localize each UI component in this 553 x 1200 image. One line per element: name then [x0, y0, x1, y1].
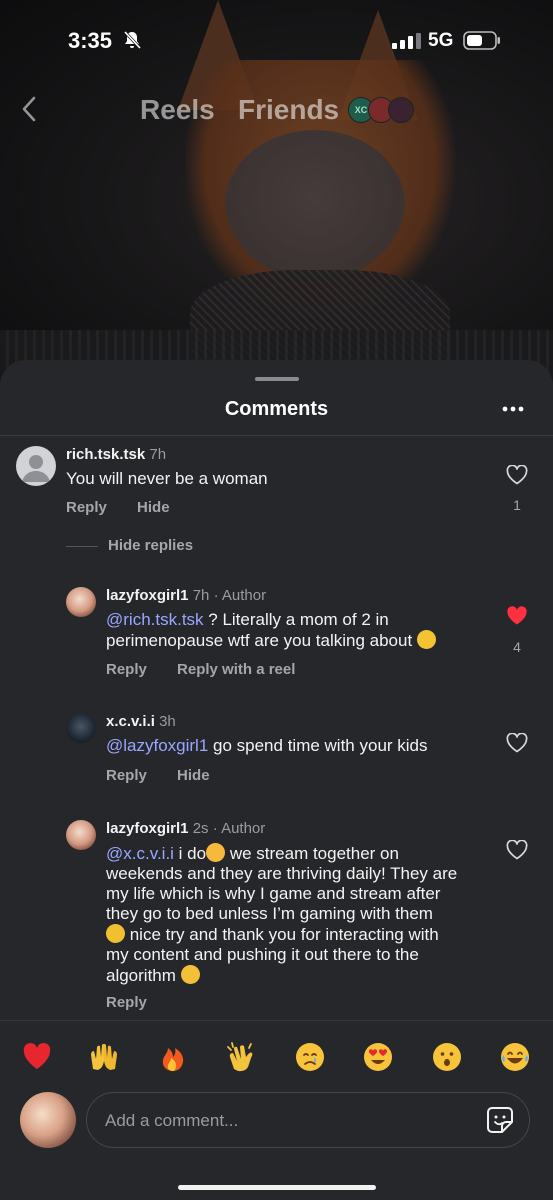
comment-text-part: algorithm — [106, 966, 176, 985]
signal-icon — [392, 33, 421, 49]
comment-time: 2s — [192, 820, 209, 837]
comment-actions: Reply Hide — [66, 499, 196, 516]
surprised-reaction-icon[interactable] — [431, 1041, 463, 1073]
comment-composer — [0, 1088, 553, 1200]
author-tag: Author — [221, 820, 266, 837]
mention-link[interactable]: @rich.tsk.tsk — [106, 610, 204, 629]
separator-dot: · — [213, 587, 219, 604]
heart-eyes-emoji-icon — [180, 965, 200, 984]
hide-button[interactable]: Hide — [177, 767, 210, 784]
comment-text: @rich.tsk.tsk ? Literally a mom of 2 in … — [106, 610, 496, 651]
comment-text-part: go spend time with your kids — [208, 736, 428, 755]
liked-heart-icon[interactable] — [506, 606, 528, 626]
mention-link[interactable]: @lazyfoxgirl1 — [106, 736, 208, 755]
divider — [0, 435, 553, 436]
comment-item: lazyfoxgirl1 7h · Author @rich.tsk.tsk ?… — [0, 584, 553, 684]
comment-text: @x.c.v.i.i i do we stream together on we… — [103, 843, 496, 986]
tab-reels[interactable]: Reels — [140, 94, 215, 126]
silent-bell-icon — [123, 30, 142, 50]
comment-meta: rich.tsk.tsk 7h — [66, 446, 166, 463]
comment-time: 3h — [159, 713, 176, 730]
avatar[interactable] — [16, 446, 56, 486]
like-heart-icon[interactable] — [506, 465, 528, 485]
comment-item: rich.tsk.tsk 7h You will never be a woma… — [0, 440, 553, 530]
battery-icon — [463, 31, 500, 50]
reply-button[interactable]: Reply — [106, 767, 147, 784]
comment-meta: lazyfoxgirl1 7h · Author — [106, 587, 266, 604]
comment-username[interactable]: lazyfoxgirl1 — [106, 587, 189, 604]
status-bar: 3:35 5G — [0, 0, 553, 84]
reply-with-reel-button[interactable]: Reply with a reel — [177, 661, 295, 678]
sheet-title: Comments — [224, 398, 329, 420]
comment-username[interactable]: x.c.v.i.i — [106, 713, 155, 730]
comment-text-part: nice try and thank you for interacting w… — [125, 925, 439, 944]
comment-username[interactable]: lazyfoxgirl1 — [106, 820, 189, 837]
quick-reactions-bar — [0, 1020, 553, 1091]
divider — [66, 545, 98, 547]
hide-button[interactable]: Hide — [137, 499, 170, 516]
comment-actions: Reply — [106, 994, 173, 1011]
mention-link[interactable]: @x.c.v.i.i — [106, 844, 174, 863]
network-type: 5G — [428, 30, 454, 51]
back-icon[interactable] — [18, 94, 40, 124]
comment-username[interactable]: rich.tsk.tsk — [66, 446, 145, 463]
comment-text-part: they go to bed unless I’m gaming with th… — [106, 904, 433, 923]
like-heart-icon[interactable] — [506, 733, 528, 753]
avatar[interactable] — [66, 820, 96, 850]
comment-text-part: my content and pushing it out there to t… — [106, 945, 419, 964]
raising-hands-reaction-icon[interactable] — [88, 1041, 120, 1073]
crying-reaction-icon[interactable] — [294, 1041, 326, 1073]
status-time: 3:35 — [68, 28, 113, 53]
comment-text: @lazyfoxgirl1 go spend time with your ki… — [106, 736, 428, 756]
separator-dot: · — [212, 820, 218, 837]
sheet-drag-handle[interactable] — [255, 377, 299, 381]
reply-button[interactable]: Reply — [66, 499, 107, 516]
my-avatar[interactable] — [20, 1092, 76, 1148]
author-tag: Author — [221, 587, 267, 604]
comment-item: x.c.v.i.i 3h @lazyfoxgirl1 go spend time… — [0, 710, 553, 790]
friends-avatars[interactable]: XC — [348, 97, 418, 123]
comment-time: 7h — [192, 587, 210, 604]
like-heart-icon[interactable] — [506, 840, 528, 860]
like-count: 4 — [513, 639, 521, 655]
heart-reaction-icon[interactable] — [21, 1041, 53, 1073]
smiling-hearts-emoji-icon — [206, 843, 226, 862]
comment-input[interactable] — [103, 1107, 467, 1135]
comment-text-part: i do — [173, 844, 207, 863]
laughing-emoji-icon — [416, 630, 436, 649]
comment-text-part: ? Literally a mom of 2 in — [203, 610, 389, 629]
tab-friends[interactable]: Friends — [238, 94, 339, 126]
fire-reaction-icon[interactable] — [157, 1041, 189, 1073]
avatar[interactable] — [66, 713, 96, 743]
heart-eyes-reaction-icon[interactable] — [362, 1041, 394, 1073]
comment-text: You will never be a woman — [66, 469, 268, 488]
reply-button[interactable]: Reply — [106, 661, 147, 678]
hide-replies-label: Hide replies — [108, 537, 194, 554]
reply-button[interactable]: Reply — [106, 994, 147, 1011]
comment-time: 7h — [149, 446, 167, 463]
comment-meta: lazyfoxgirl1 2s · Author — [106, 820, 265, 837]
comment-text-part: my life which is why I game and stream a… — [106, 884, 441, 903]
default-user-icon — [22, 455, 50, 482]
clapping-reaction-icon[interactable] — [226, 1041, 258, 1073]
comment-meta: x.c.v.i.i 3h — [106, 713, 176, 730]
like-count: 1 — [513, 497, 521, 513]
sticker-icon[interactable] — [485, 1105, 515, 1135]
comment-actions: Reply Reply with a reel — [106, 661, 321, 678]
comment-item: lazyfoxgirl1 2s · Author @x.c.v.i.i i do… — [0, 817, 553, 1017]
comment-text-part: we stream together on — [225, 844, 399, 863]
comment-actions: Reply Hide — [106, 767, 236, 784]
friend-avatar — [388, 97, 414, 123]
hide-replies-button[interactable]: Hide replies — [66, 537, 193, 554]
more-options-icon[interactable] — [498, 398, 528, 420]
home-indicator[interactable] — [178, 1185, 376, 1190]
avatar[interactable] — [66, 587, 96, 617]
comment-text-part: perimenopause wtf are you talking about — [106, 631, 413, 650]
comment-text-part: weekends and they are thriving daily! Th… — [106, 864, 458, 883]
comment-input-wrap[interactable] — [86, 1092, 530, 1148]
laughing-reaction-icon[interactable] — [499, 1041, 531, 1073]
